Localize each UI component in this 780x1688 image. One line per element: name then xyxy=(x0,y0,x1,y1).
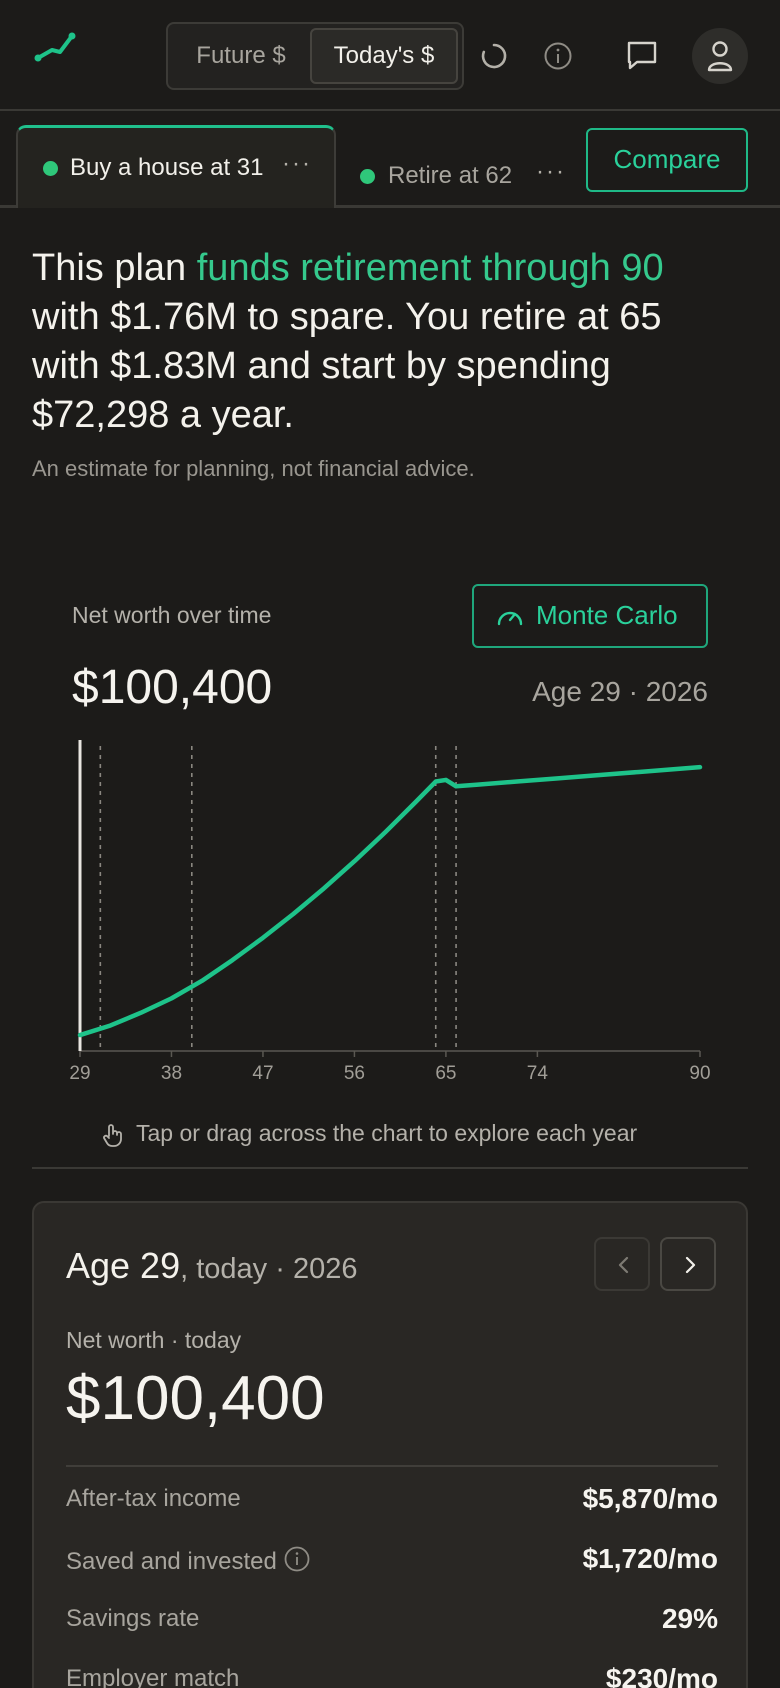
profile-avatar[interactable] xyxy=(692,28,748,84)
x-tick-label: 56 xyxy=(344,1063,365,1084)
row-label: After-tax income xyxy=(66,1485,241,1512)
net-worth-chart[interactable]: 29 38 47 56 65 74 90 xyxy=(60,736,720,1086)
more-options-icon[interactable]: ··· xyxy=(536,158,566,186)
x-tick-label: 74 xyxy=(527,1063,549,1084)
card-age: Age 29 xyxy=(66,1245,181,1286)
info-icon[interactable] xyxy=(542,40,574,72)
app-logo-icon[interactable] xyxy=(34,30,78,66)
chart-hint-text: Tap or drag across the chart to explore … xyxy=(136,1120,638,1146)
chart-current-value: $100,400 xyxy=(72,661,273,714)
card-age-heading: Age 29, today · 2026 xyxy=(66,1245,357,1287)
next-year-button[interactable] xyxy=(660,1237,716,1291)
todays-dollars-option[interactable]: Today's $ xyxy=(310,28,458,84)
user-icon xyxy=(707,41,733,72)
chat-icon[interactable] xyxy=(624,38,660,72)
x-tick-label: 29 xyxy=(69,1063,90,1084)
row-label-wrap: Saved and invested xyxy=(66,1545,311,1576)
row-value: $5,870/mo xyxy=(582,1483,718,1514)
chevron-right-icon xyxy=(685,1256,696,1274)
disclaimer: An estimate for planning, not financial … xyxy=(32,456,475,481)
tab-label: Buy a house at 31 xyxy=(70,154,264,181)
compare-button[interactable]: Compare xyxy=(586,128,748,192)
app-header: Future $ Today's $ xyxy=(0,0,780,111)
status-dot xyxy=(43,161,58,176)
section-divider xyxy=(32,1167,748,1169)
card-subtitle: Net worth · today xyxy=(66,1327,242,1353)
card-row-savings-rate: Savings rate 29% xyxy=(66,1601,718,1641)
summary-text-cont: with $1.76M to spare. You retire at 65 w… xyxy=(32,296,662,436)
plan-tabs: Buy a house at 31 ··· Retire at 62 ··· C… xyxy=(0,111,780,208)
card-row-saved: Saved and invested $1,720/mo xyxy=(66,1541,718,1581)
future-dollars-option[interactable]: Future $ xyxy=(174,28,308,84)
tab-label: Retire at 62 xyxy=(388,162,513,189)
row-value: $1,720/mo xyxy=(582,1543,718,1574)
refresh-icon[interactable] xyxy=(478,40,510,72)
monte-carlo-label: Monte Carlo xyxy=(536,600,678,630)
info-icon[interactable] xyxy=(283,1545,311,1573)
chart-current-age: Age 29 · 2026 xyxy=(532,676,708,707)
card-row-employer-match: Employer match $230/mo xyxy=(66,1661,718,1688)
status-dot xyxy=(360,169,375,184)
chart-title: Net worth over time xyxy=(72,602,272,628)
monte-carlo-button[interactable]: Monte Carlo xyxy=(472,584,708,648)
summary-highlight: funds retirement through 90 xyxy=(196,247,664,289)
gauge-icon xyxy=(497,611,523,626)
x-tick-label: 47 xyxy=(252,1063,273,1084)
card-net-worth-value: $100,400 xyxy=(66,1364,325,1433)
plan-summary: This plan funds retirement through 90 wi… xyxy=(32,244,732,440)
card-age-suffix: , today · 2026 xyxy=(180,1253,358,1285)
tab-buy-house[interactable]: Buy a house at 31 ··· xyxy=(16,125,336,208)
x-tick-label: 65 xyxy=(435,1063,456,1084)
net-worth-line xyxy=(77,764,703,1038)
dollar-mode-toggle: Future $ Today's $ xyxy=(166,22,464,90)
x-tick-label: 90 xyxy=(689,1063,710,1084)
previous-year-button[interactable] xyxy=(594,1237,650,1291)
summary-text: This plan xyxy=(32,247,197,289)
tap-hand-icon xyxy=(103,1124,122,1147)
x-tick-label: 38 xyxy=(161,1063,182,1084)
row-value: $230/mo xyxy=(605,1663,718,1688)
chevron-left-icon xyxy=(618,1256,629,1274)
card-divider xyxy=(66,1465,718,1467)
row-label: Savings rate xyxy=(66,1605,200,1632)
row-label: Saved and invested xyxy=(66,1548,277,1575)
row-label: Employer match xyxy=(66,1665,240,1688)
row-value: 29% xyxy=(661,1603,718,1634)
tab-retire-at-62[interactable]: Retire at 62 ··· xyxy=(340,125,580,208)
year-detail-card: Age 29, today · 2026 Net worth · today $… xyxy=(32,1201,748,1688)
card-row-income: After-tax income $5,870/mo xyxy=(66,1481,718,1521)
more-options-icon[interactable]: ··· xyxy=(282,150,312,178)
